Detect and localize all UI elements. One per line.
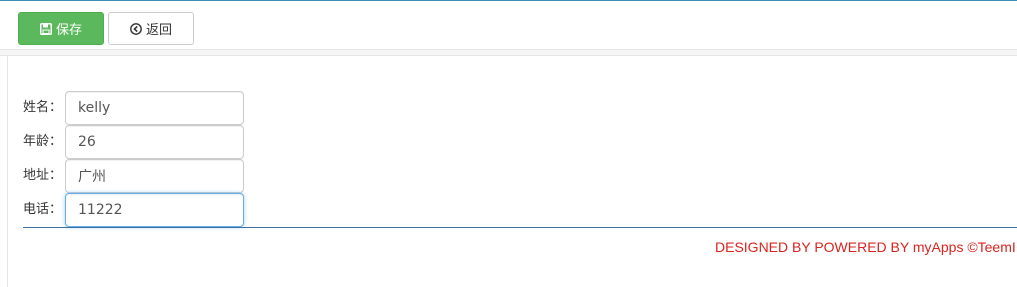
save-button[interactable]: 保存 bbox=[18, 12, 104, 45]
age-field[interactable] bbox=[65, 125, 244, 159]
form-row-phone: 电话： bbox=[0, 193, 260, 227]
form-row-address: 地址： bbox=[0, 159, 260, 193]
form-row-name: 姓名： bbox=[0, 91, 260, 125]
toolbar: 保存 返回 bbox=[0, 1, 1017, 51]
floppy-disk-icon bbox=[39, 22, 52, 35]
address-field[interactable] bbox=[65, 159, 244, 193]
name-field[interactable] bbox=[65, 91, 244, 125]
name-label: 姓名： bbox=[23, 100, 63, 115]
form-row-age: 年龄： bbox=[0, 125, 260, 159]
back-button-label: 返回 bbox=[145, 23, 172, 38]
address-label: 地址： bbox=[23, 168, 63, 183]
circle-arrow-left-icon bbox=[130, 22, 142, 35]
form-bottom-divider bbox=[23, 227, 1017, 228]
page: 保存 返回 姓名： 年龄： 地址： 电话： bbox=[0, 0, 1017, 287]
back-button[interactable]: 返回 bbox=[108, 12, 194, 45]
phone-label: 电话： bbox=[23, 202, 63, 217]
phone-field[interactable] bbox=[65, 193, 244, 227]
toolbar-separator bbox=[0, 49, 1017, 56]
footer-copyright: DESIGNED BY POWERED BY myApps ©TeemI bbox=[715, 239, 1016, 255]
age-label: 年龄： bbox=[23, 134, 63, 149]
save-button-label: 保存 bbox=[55, 23, 82, 38]
